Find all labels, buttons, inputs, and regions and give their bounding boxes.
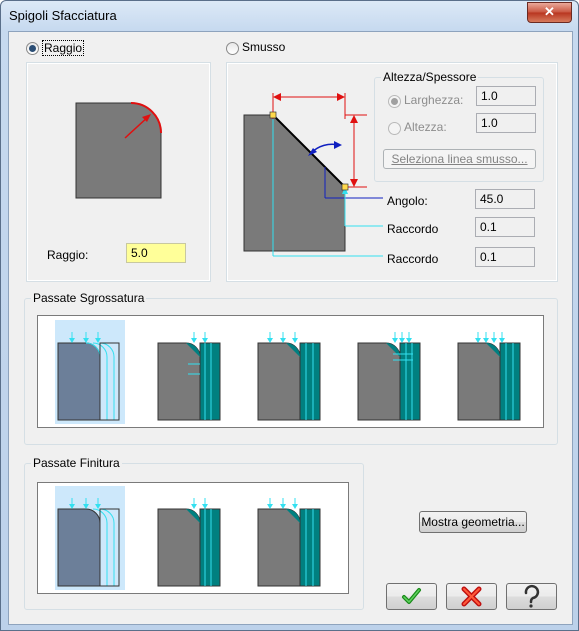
sgrossatura-options: [37, 315, 544, 428]
dialog-window: Spigoli Sfacciatura ✕ Raggio Smusso Ragg…: [0, 0, 579, 631]
altezza-spessore-group: Altezza/Spessore Larghezza: 1.0 Altezza:…: [374, 70, 544, 182]
x-icon: [461, 586, 482, 607]
raggio-radio-label[interactable]: Raggio: [42, 40, 85, 56]
finitura-option-1[interactable]: [55, 486, 125, 590]
finitura-option-3[interactable]: [255, 486, 325, 590]
raggio-panel: Raggio: 5.0: [26, 62, 211, 282]
close-icon: ✕: [544, 4, 555, 19]
help-button[interactable]: [506, 583, 557, 610]
check-icon: [402, 588, 421, 604]
raggio-input[interactable]: 5.0: [126, 243, 186, 263]
sgrossatura-option-4[interactable]: [355, 320, 425, 424]
cancel-button[interactable]: [446, 583, 497, 610]
sgrossatura-option-3[interactable]: [255, 320, 325, 424]
altezza-label: Altezza:: [404, 120, 447, 134]
finitura-option-2[interactable]: [155, 486, 225, 590]
larghezza-radio[interactable]: [388, 95, 401, 108]
finitura-options: [37, 482, 349, 594]
altezza-radio[interactable]: [388, 122, 401, 135]
smusso-radio[interactable]: [226, 42, 239, 55]
angolo-input[interactable]: 45.0: [475, 189, 535, 209]
seleziona-linea-smusso-button[interactable]: Seleziona linea smusso...: [383, 149, 536, 169]
raccordo-1-label: Raccordo: [387, 222, 439, 236]
window-title: Spigoli Sfacciatura: [9, 8, 117, 23]
seleziona-linea-smusso-label: Seleziona linea smusso...: [391, 152, 528, 166]
altezza-input[interactable]: 1.0: [476, 113, 536, 133]
title-bar: Spigoli Sfacciatura ✕: [1, 1, 578, 31]
passate-sgrossatura-title: Passate Sgrossatura: [31, 291, 147, 305]
passate-finitura-title: Passate Finitura: [31, 456, 122, 470]
smusso-radio-label[interactable]: Smusso: [242, 40, 285, 54]
passate-sgrossatura-group: Passate Sgrossatura: [24, 291, 558, 445]
raccordo-1-input[interactable]: 0.1: [475, 217, 535, 237]
mostra-geometria-button[interactable]: Mostra geometria...: [419, 511, 527, 533]
passate-finitura-group: Passate Finitura: [24, 456, 364, 610]
raggio-field-label: Raggio:: [47, 248, 89, 262]
raccordo-2-label: Raccordo: [387, 252, 439, 266]
ok-button[interactable]: [386, 583, 437, 610]
sgrossatura-option-5[interactable]: [455, 320, 525, 424]
raggio-radio[interactable]: [26, 42, 39, 55]
angolo-label: Angolo:: [387, 194, 428, 208]
sgrossatura-option-2[interactable]: [155, 320, 225, 424]
close-button[interactable]: ✕: [527, 2, 572, 23]
smusso-panel: Altezza/Spessore Larghezza: 1.0 Altezza:…: [226, 62, 558, 282]
dialog-client: Raggio Smusso Raggio: 5.0 Altezza/Spesso…: [8, 31, 573, 625]
larghezza-label: Larghezza:: [404, 93, 464, 107]
larghezza-input[interactable]: 1.0: [476, 86, 536, 106]
sgrossatura-option-1[interactable]: [55, 320, 125, 424]
raccordo-2-input[interactable]: 0.1: [475, 247, 535, 267]
question-icon: [524, 584, 540, 608]
altezza-spessore-title: Altezza/Spessore: [381, 70, 479, 84]
